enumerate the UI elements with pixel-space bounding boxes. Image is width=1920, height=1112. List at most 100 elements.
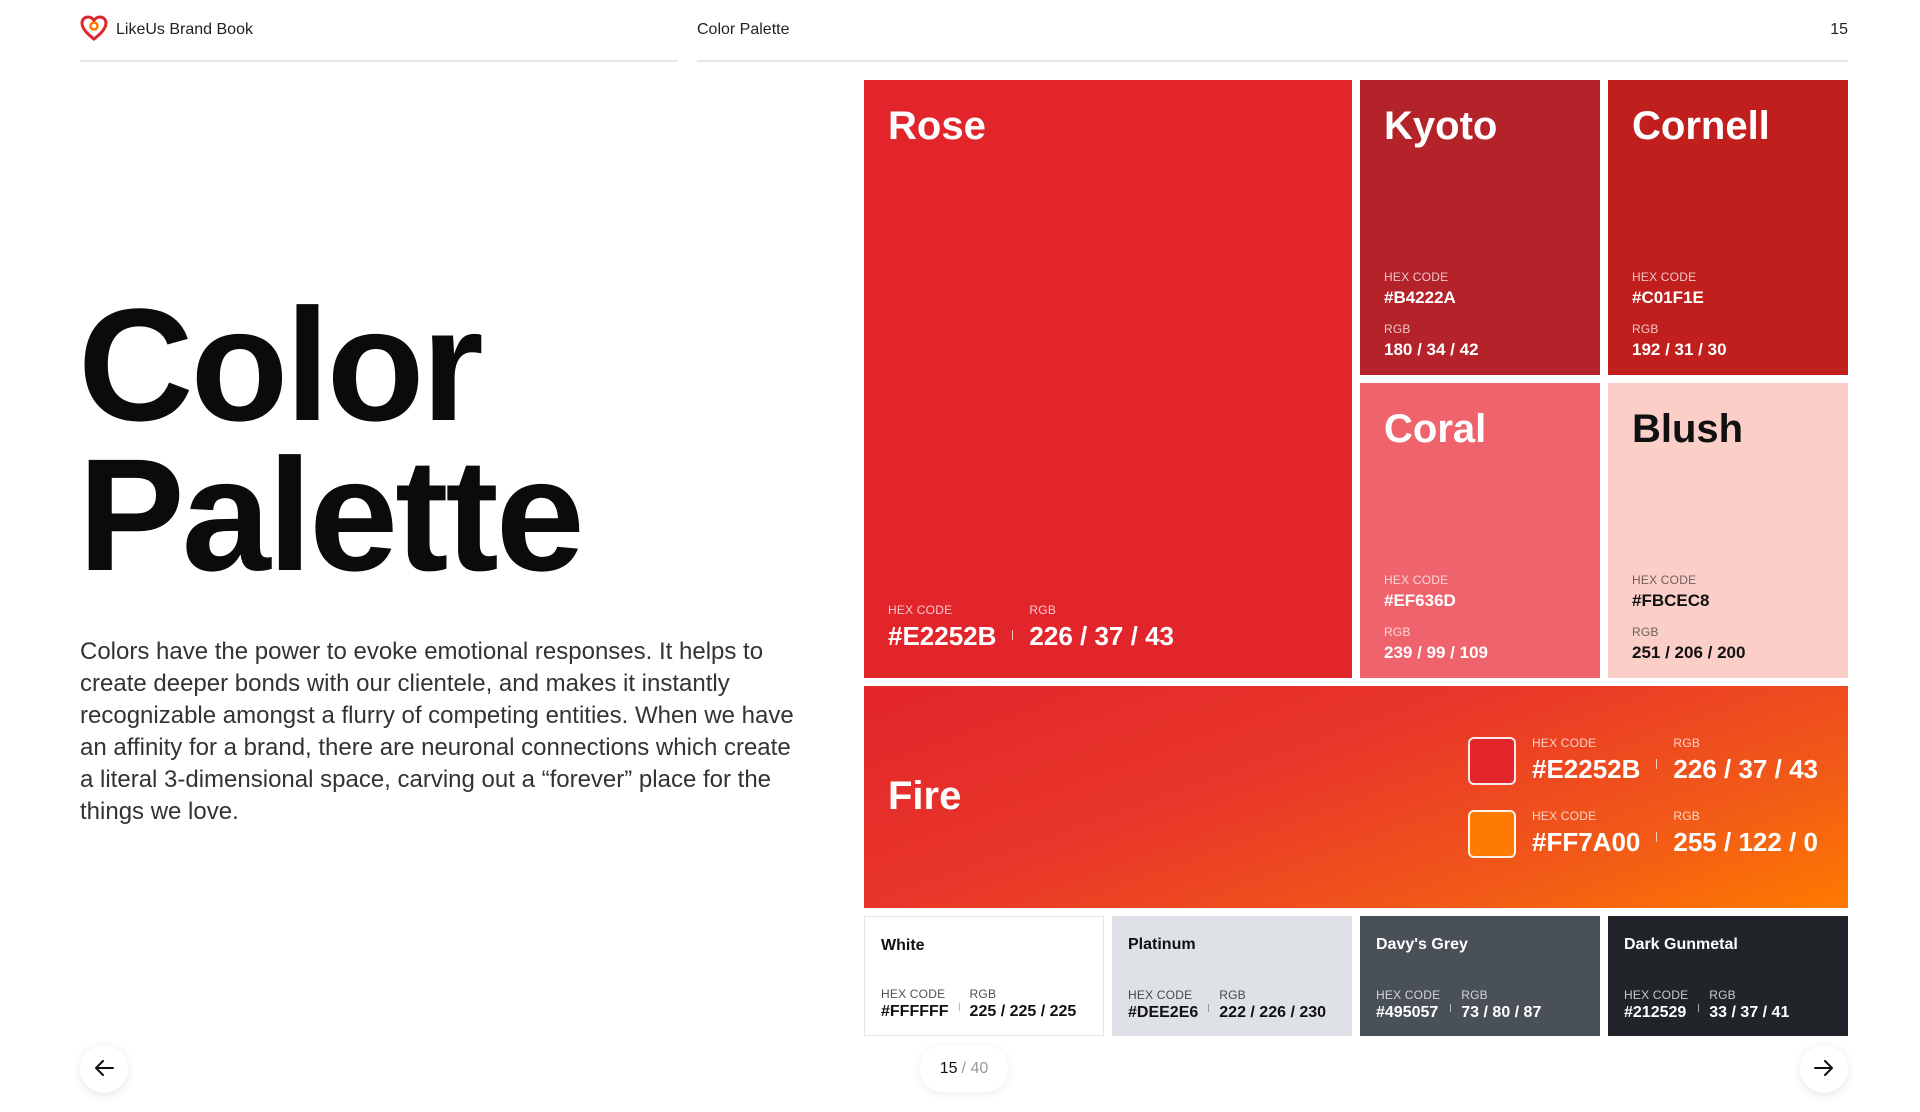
hex-label: HEX CODE [1632, 573, 1697, 587]
rgb-group: RGB 225 / 225 / 225 [970, 987, 1077, 1021]
section-title: Color Palette [697, 21, 790, 38]
swatch-name: Davy's Grey [1376, 936, 1468, 953]
arrow-left-icon [94, 1056, 114, 1082]
rgb-value: 73 / 80 / 87 [1461, 1004, 1542, 1021]
rgb-group: RGB 33 / 37 / 41 [1709, 988, 1789, 1022]
swatch-name: Rose [888, 104, 986, 148]
hex-value: #FF7A00 [1532, 827, 1641, 857]
swatch-values: HEX CODE #E2252B RGB 226 / 37 / 43 [888, 603, 1174, 652]
page-number: 15 [1830, 21, 1848, 38]
rgb-label: RGB [1219, 988, 1246, 1002]
hex-label: HEX CODE [1384, 573, 1449, 587]
divider [1656, 759, 1658, 769]
hex-group: HEX CODE #212529 [1624, 988, 1688, 1022]
rgb-group: RGB 180 / 34 / 42 [1384, 322, 1479, 360]
swatch-values: HEX CODE #FBCEC8 RGB 251 / 206 / 200 [1632, 573, 1745, 663]
hex-group: HEX CODE #B4222A [1384, 270, 1479, 308]
rgb-label: RGB [1673, 809, 1700, 823]
brand[interactable]: LikeUs Brand Book [80, 14, 253, 46]
title-line-2: Palette [78, 425, 585, 604]
heart-logo-icon [80, 14, 108, 46]
rgb-value: 222 / 226 / 230 [1219, 1004, 1327, 1021]
swatch-name: White [881, 937, 925, 954]
rgb-label: RGB [1632, 625, 1659, 639]
hex-group: HEX CODE #E2252B [888, 603, 996, 652]
rgb-group: RGB 251 / 206 / 200 [1632, 625, 1745, 663]
hex-value: #DEE2E6 [1128, 1004, 1199, 1021]
divider [1208, 1004, 1210, 1012]
swatch-values: HEX CODE #495057 RGB 73 / 80 / 87 [1376, 988, 1541, 1022]
divider [1698, 1004, 1700, 1012]
divider [1012, 630, 1014, 640]
hex-group: HEX CODE #FBCEC8 [1632, 573, 1745, 611]
previous-page-button[interactable] [80, 1045, 128, 1093]
swatch-dark-gunmetal: Dark Gunmetal HEX CODE #212529 RGB 33 / … [1608, 916, 1848, 1036]
rgb-value: 33 / 37 / 41 [1709, 1004, 1790, 1021]
hex-value: #FFFFFF [881, 1003, 949, 1020]
swatch-name: Kyoto [1384, 104, 1498, 148]
rgb-label: RGB [1632, 322, 1659, 336]
next-page-button[interactable] [1800, 1045, 1848, 1093]
hex-group: HEX CODE #EF636D [1384, 573, 1488, 611]
hex-group: HEX CODE #C01F1E [1632, 270, 1727, 308]
page-indicator: 15 / 40 [920, 1046, 1008, 1092]
rgb-label: RGB [1461, 988, 1488, 1002]
hex-label: HEX CODE [1128, 988, 1193, 1002]
hex-label: HEX CODE [1376, 988, 1441, 1002]
swatch-blush: Blush HEX CODE #FBCEC8 RGB 251 / 206 / 2… [1608, 383, 1848, 678]
rgb-group: RGB 73 / 80 / 87 [1461, 988, 1541, 1022]
hex-label: HEX CODE [1624, 988, 1689, 1002]
swatch-name: Coral [1384, 407, 1487, 451]
hex-group: HEX CODE #FF7A00 [1532, 809, 1640, 858]
rgb-value: 225 / 225 / 225 [969, 1003, 1077, 1020]
swatch-fire-gradient: Fire HEX CODE #E2252B RGB 226 / 37 / 43 … [864, 686, 1848, 908]
rgb-value: 239 / 99 / 109 [1384, 643, 1488, 662]
divider [1656, 832, 1658, 842]
hex-label: HEX CODE [881, 987, 946, 1001]
title-line-1: Color [78, 275, 484, 454]
rgb-group: RGB 226 / 37 / 43 [1029, 603, 1174, 652]
color-chip [1468, 736, 1516, 785]
swatch-davys-grey: Davy's Grey HEX CODE #495057 RGB 73 / 80… [1360, 916, 1600, 1036]
hex-label: HEX CODE [888, 603, 953, 617]
hex-value: #495057 [1376, 1004, 1439, 1021]
swatch-cornell: Cornell HEX CODE #C01F1E RGB 192 / 31 / … [1608, 80, 1848, 375]
swatch-name: Fire [888, 774, 962, 818]
rgb-value: 226 / 37 / 43 [1673, 754, 1818, 784]
hex-group: HEX CODE #DEE2E6 [1128, 988, 1198, 1022]
rgb-group: RGB 192 / 31 / 30 [1632, 322, 1727, 360]
swatch-name: Platinum [1128, 936, 1196, 953]
swatch-name: Dark Gunmetal [1624, 936, 1738, 953]
total-pages: / 40 [961, 1060, 989, 1077]
hex-group: HEX CODE #FFFFFF [881, 987, 949, 1021]
rgb-group: RGB 255 / 122 / 0 [1673, 809, 1818, 858]
current-page: 15 [939, 1060, 958, 1077]
rgb-group: RGB 239 / 99 / 109 [1384, 625, 1488, 663]
swatch-name: Blush [1632, 407, 1744, 451]
description: Colors have the power to evoke emotional… [80, 638, 794, 825]
swatch-name: Cornell [1632, 104, 1770, 148]
swatch-values: HEX CODE #212529 RGB 33 / 37 / 41 [1624, 988, 1789, 1022]
divider [958, 1003, 960, 1011]
swatch-platinum: Platinum HEX CODE #DEE2E6 RGB 222 / 226 … [1112, 916, 1352, 1036]
rgb-label: RGB [969, 987, 997, 1001]
hex-value: #E2252B [1532, 754, 1641, 784]
brand-name: LikeUs Brand Book [116, 21, 253, 38]
rgb-value: 226 / 37 / 43 [1029, 621, 1174, 651]
rgb-label: RGB [1673, 736, 1701, 750]
rgb-label: RGB [1029, 603, 1057, 617]
swatch-values: HEX CODE #EF636D RGB 239 / 99 / 109 [1384, 573, 1488, 663]
hex-value: #212529 [1624, 1004, 1687, 1021]
swatch-white: White HEX CODE #FFFFFF RGB 225 / 225 / 2… [864, 916, 1104, 1036]
hex-value: #FBCEC8 [1632, 591, 1710, 610]
swatch-values: HEX CODE #FFFFFF RGB 225 / 225 / 225 [881, 987, 1076, 1021]
swatch-values: HEX CODE #C01F1E RGB 192 / 31 / 30 [1632, 270, 1727, 360]
hex-value: #EF636D [1384, 591, 1456, 610]
gradient-stop-start: HEX CODE #E2252B RGB 226 / 37 / 43 [1468, 736, 1818, 785]
hex-value: #B4222A [1384, 288, 1456, 307]
rgb-label: RGB [1384, 625, 1411, 639]
header-right: Color Palette 15 [697, 0, 1848, 62]
rgb-value: 251 / 206 / 200 [1632, 643, 1746, 662]
rgb-value: 192 / 31 / 30 [1632, 340, 1727, 359]
rgb-value: 180 / 34 / 42 [1384, 340, 1479, 359]
